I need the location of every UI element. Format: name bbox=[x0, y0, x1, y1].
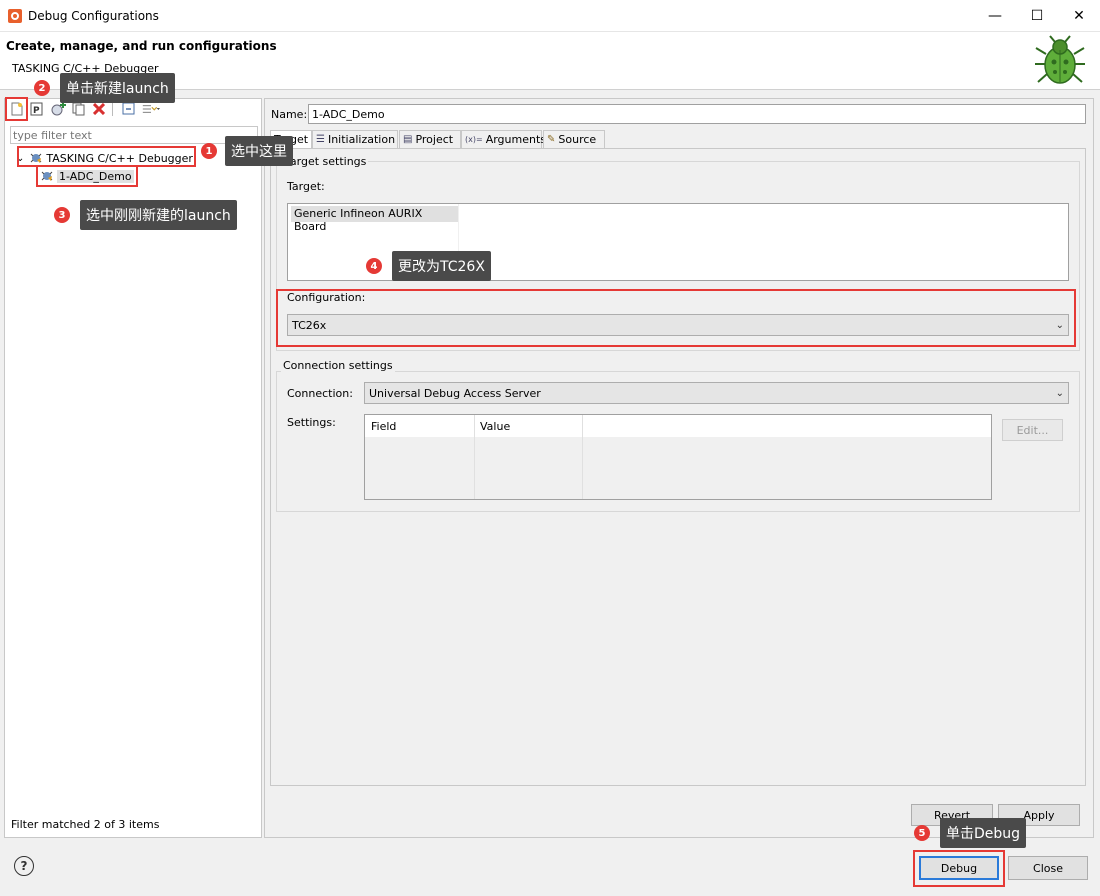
tab-label: Arguments bbox=[485, 133, 546, 146]
annotation-2: 2 单击新建launch bbox=[34, 73, 175, 103]
annotation-box-new-button bbox=[5, 97, 28, 121]
chevron-down-icon: ⌄ bbox=[1055, 387, 1064, 399]
annotation-box-configuration bbox=[276, 289, 1076, 347]
column-header-value[interactable]: Value bbox=[480, 420, 510, 433]
annotation-5: 5 单击Debug bbox=[914, 818, 1027, 848]
help-icon[interactable]: ? bbox=[14, 856, 34, 876]
annotation-number: 1 bbox=[201, 143, 217, 159]
settings-table-header bbox=[365, 415, 991, 437]
window-title: Debug Configurations bbox=[28, 9, 159, 23]
settings-label: Settings: bbox=[287, 416, 336, 429]
list-icon: ☰ bbox=[316, 134, 325, 145]
app-icon bbox=[8, 9, 22, 23]
annotation-number: 4 bbox=[366, 258, 382, 274]
annotation-1: 1 选中这里 bbox=[201, 136, 293, 166]
annotation-box-debug-button bbox=[913, 850, 1005, 887]
filter-status: Filter matched 2 of 3 items bbox=[11, 818, 160, 831]
annotation-box-launch-item bbox=[36, 165, 138, 187]
column-divider bbox=[474, 415, 475, 499]
maximize-button[interactable]: ☐ bbox=[1014, 0, 1060, 32]
tab-source[interactable]: ✎ Source bbox=[543, 130, 605, 148]
annotation-number: 3 bbox=[54, 207, 70, 223]
svg-text:P: P bbox=[33, 106, 40, 116]
header-title: Create, manage, and run configurations bbox=[6, 39, 277, 53]
annotation-box-tasking-debugger bbox=[17, 146, 196, 167]
annotation-3: 3 选中刚刚新建的launch bbox=[54, 200, 237, 230]
tab-project[interactable]: ▤ Project bbox=[399, 130, 461, 148]
target-label: Target: bbox=[287, 180, 325, 193]
annotation-4: 4 更改为TC26X bbox=[366, 251, 491, 281]
annotation-number: 5 bbox=[914, 825, 930, 841]
tab-arguments[interactable]: (x)= Arguments bbox=[461, 130, 546, 148]
variable-icon: (x)= bbox=[465, 135, 483, 144]
minimize-button[interactable]: — bbox=[972, 0, 1018, 32]
name-input[interactable] bbox=[308, 104, 1086, 124]
tab-label: Project bbox=[415, 133, 454, 146]
annotation-text: 更改为TC26X bbox=[392, 251, 491, 281]
annotation-number: 2 bbox=[34, 80, 50, 96]
close-window-button[interactable]: ✕ bbox=[1056, 0, 1100, 32]
connection-label: Connection: bbox=[287, 387, 353, 400]
column-divider bbox=[582, 415, 583, 499]
name-label: Name: bbox=[271, 108, 308, 121]
document-icon: ▤ bbox=[403, 134, 413, 145]
connection-value: Universal Debug Access Server bbox=[369, 386, 541, 400]
annotation-text: 选中刚刚新建的launch bbox=[80, 200, 237, 230]
annotation-text: 选中这里 bbox=[225, 136, 293, 166]
title-bar: Debug Configurations — ☐ ✕ bbox=[0, 0, 1100, 32]
edit-button[interactable]: Edit... bbox=[1002, 419, 1063, 441]
source-icon: ✎ bbox=[547, 134, 556, 145]
tab-initialization[interactable]: ☰ Initialization bbox=[312, 130, 398, 148]
column-header-field[interactable]: Field bbox=[371, 420, 396, 433]
connection-settings-title: Connection settings bbox=[281, 359, 395, 372]
target-settings-title: Target settings bbox=[283, 155, 369, 168]
target-list-item[interactable]: Generic Infineon AURIX Board bbox=[291, 206, 458, 233]
connection-select[interactable]: Universal Debug Access Server ⌄ bbox=[364, 382, 1069, 404]
close-button[interactable]: Close bbox=[1008, 856, 1088, 880]
toolbar-separator bbox=[112, 102, 113, 116]
bug-icon bbox=[1035, 35, 1085, 84]
annotation-text: 单击Debug bbox=[940, 818, 1027, 848]
tab-label: Source bbox=[558, 133, 597, 146]
annotation-text: 单击新建launch bbox=[60, 73, 175, 103]
tab-label: Initialization bbox=[327, 133, 396, 146]
